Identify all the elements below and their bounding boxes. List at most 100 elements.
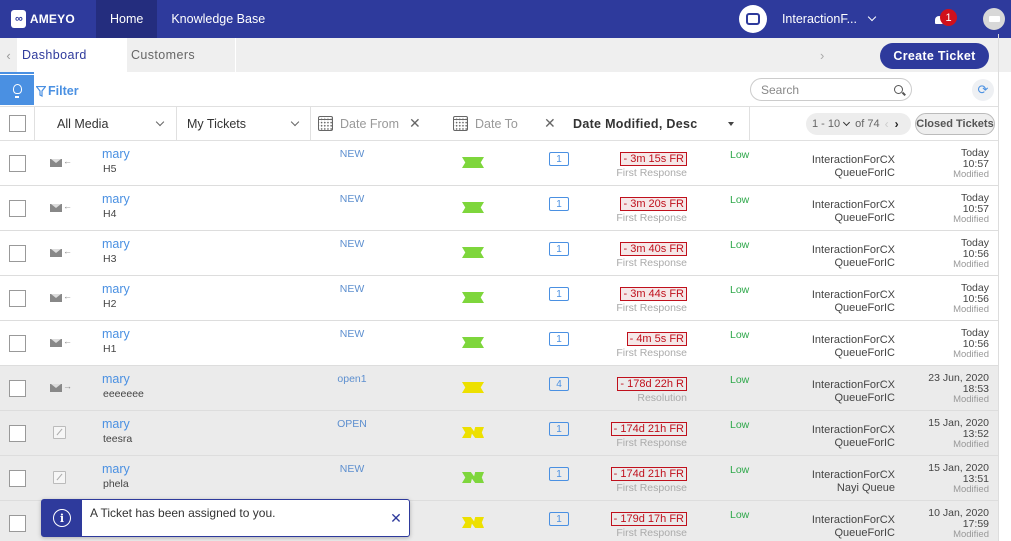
scrollbar-track[interactable] xyxy=(998,34,999,541)
email-incoming-icon: ← xyxy=(50,246,72,259)
tabs-scroll-left-icon[interactable]: ‹ xyxy=(0,38,17,72)
next-page-icon[interactable]: › xyxy=(895,117,899,131)
ticket-row[interactable]: → mary eeeeeee open1 4 - 178d 22h R Resolution… xyxy=(0,366,998,411)
row-checkbox[interactable] xyxy=(9,200,26,217)
notification-badge: 1 xyxy=(940,9,957,26)
sla-timer: - 179d 17h FR xyxy=(610,512,687,526)
message-count-badge: 1 xyxy=(549,467,569,481)
user-avatar[interactable] xyxy=(983,8,1005,30)
customer-name-link[interactable]: mary xyxy=(102,192,130,206)
row-checkbox[interactable] xyxy=(9,155,26,172)
logo-box: ∞ xyxy=(11,10,26,28)
customer-name-link[interactable]: mary xyxy=(102,147,130,161)
ticket-priority: Low xyxy=(730,419,750,431)
search-input[interactable] xyxy=(761,82,881,97)
media-filter-select[interactable]: All Media xyxy=(35,107,175,140)
queue-name: QueueForIC xyxy=(834,212,895,224)
interaction-selector[interactable]: InteractionF... xyxy=(782,12,877,26)
filter-button[interactable]: Filter xyxy=(36,84,79,98)
sla-type: First Response xyxy=(616,437,687,449)
sla-type: First Response xyxy=(616,302,687,314)
row-checkbox[interactable] xyxy=(9,335,26,352)
search-icon[interactable] xyxy=(894,85,903,94)
ticket-subject: phela xyxy=(103,478,129,490)
date-to-field[interactable]: Date To xyxy=(453,107,543,140)
row-checkbox[interactable] xyxy=(9,425,26,442)
sla-timer: - 3m 40s FR xyxy=(620,242,687,256)
clear-date-to-icon[interactable]: ✕ xyxy=(544,115,556,132)
nav-home[interactable]: Home xyxy=(96,0,158,38)
filter-label: Filter xyxy=(48,84,79,98)
message-count-badge: 1 xyxy=(549,422,569,436)
ticket-state-icon xyxy=(462,517,484,528)
message-count-badge: 4 xyxy=(549,377,569,391)
closed-tickets-button[interactable]: Closed Tickets xyxy=(915,113,995,135)
ticket-state-icon xyxy=(462,472,484,483)
row-checkbox[interactable] xyxy=(9,380,26,397)
create-ticket-button[interactable]: Create Ticket xyxy=(880,43,989,69)
campaign-name: InteractionForCX xyxy=(811,244,895,256)
ticket-state-icon xyxy=(462,157,484,168)
sla-timer: - 3m 44s FR xyxy=(620,287,687,301)
ticket-state-icon xyxy=(462,202,484,213)
ticket-status: OPEN xyxy=(337,418,367,430)
row-checkbox[interactable] xyxy=(9,290,26,307)
clear-date-from-icon[interactable]: ✕ xyxy=(409,115,421,132)
date-to-placeholder: Date To xyxy=(475,116,518,131)
date-type-label: Modified xyxy=(953,214,989,225)
ticket-row[interactable]: ← mary H5 NEW 1 - 3m 15s FR First Response Low I… xyxy=(0,141,998,186)
ticket-status: open1 xyxy=(337,373,367,385)
ticket-row[interactable]: ← mary H4 NEW 1 - 3m 20s FR First Response Low I… xyxy=(0,186,998,231)
top-navigation-bar: ∞ AMEYO Home Knowledge Base InteractionF… xyxy=(0,0,1011,38)
page-total: of 74 xyxy=(855,118,880,130)
page-range: 1 - 10 xyxy=(812,118,841,130)
chat-button[interactable] xyxy=(738,5,767,33)
row-checkbox[interactable] xyxy=(9,515,26,532)
ticket-priority: Low xyxy=(730,239,750,251)
campaign-name: InteractionForCX xyxy=(811,154,895,166)
ticket-state-icon xyxy=(462,382,484,393)
notifications-button[interactable]: 1 xyxy=(933,9,957,29)
row-checkbox[interactable] xyxy=(9,470,26,487)
ticket-row[interactable]: ← mary H3 NEW 1 - 3m 40s FR First Response Low I… xyxy=(0,231,998,276)
customer-name-link[interactable]: mary xyxy=(102,237,130,251)
queue-name: QueueForIC xyxy=(834,302,895,314)
column-divider xyxy=(310,107,311,140)
ticket-row[interactable]: mary phela NEW 1 - 174d 21h FR First Response… xyxy=(0,456,998,501)
sla-timer: - 178d 22h R xyxy=(617,377,687,391)
select-all-checkbox[interactable] xyxy=(9,115,26,132)
chevron-down-icon xyxy=(155,117,165,127)
ticket-row[interactable]: ← mary H1 NEW 1 - 4m 5s FR First Response Low In… xyxy=(0,321,998,366)
chat-bubbles-icon xyxy=(742,11,760,25)
customer-name-link[interactable]: mary xyxy=(102,327,130,341)
message-count-badge: 1 xyxy=(549,287,569,301)
previous-page-icon[interactable]: ‹ xyxy=(885,117,889,131)
ameyo-logo[interactable]: ∞ AMEYO xyxy=(0,0,96,38)
message-count-badge: 1 xyxy=(549,197,569,211)
tickets-filter-select[interactable]: My Tickets xyxy=(177,107,310,140)
customer-name-link[interactable]: mary xyxy=(102,372,130,386)
ticket-subject: eeeeeee xyxy=(103,388,144,400)
tab-customers[interactable]: Customers xyxy=(127,38,236,72)
page-size-select[interactable]: 1 - 10 xyxy=(812,118,855,130)
customer-name-link[interactable]: mary xyxy=(102,417,130,431)
refresh-button[interactable]: ⟳ xyxy=(972,79,994,101)
campaign-name: InteractionForCX xyxy=(811,379,895,391)
tabs-scroll-right-icon[interactable]: › xyxy=(820,38,824,72)
toast-close-icon[interactable]: ✕ xyxy=(383,500,409,536)
ticket-row[interactable]: ← mary H2 NEW 1 - 3m 44s FR First Response Low I… xyxy=(0,276,998,321)
ticket-row[interactable]: mary teesra OPEN 1 - 174d 21h FR First Respon… xyxy=(0,411,998,456)
customer-name-link[interactable]: mary xyxy=(102,462,130,476)
tab-dashboard[interactable]: Dashboard xyxy=(0,38,127,74)
customer-name-link[interactable]: mary xyxy=(102,282,130,296)
nav-knowledge-base[interactable]: Knowledge Base xyxy=(157,0,279,38)
row-checkbox[interactable] xyxy=(9,245,26,262)
media-filter-label: All Media xyxy=(57,116,109,131)
date-type-label: Modified xyxy=(953,169,989,180)
logo-text: AMEYO xyxy=(29,12,75,26)
campaign-name: InteractionForCX xyxy=(811,199,895,211)
suggestions-button[interactable] xyxy=(0,75,34,105)
ticket-state-icon xyxy=(462,292,484,303)
sort-select[interactable]: Date Modified, Desc xyxy=(573,107,743,140)
ticket-status: NEW xyxy=(339,238,365,250)
